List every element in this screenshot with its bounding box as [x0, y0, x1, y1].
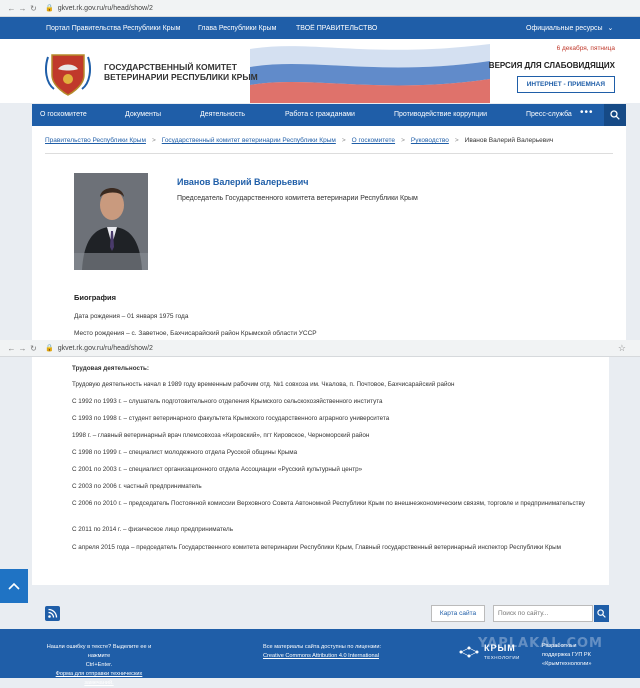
internet-reception-button[interactable]: ИНТЕРНЕТ - ПРИЕМНАЯ	[516, 76, 615, 93]
org-title-line1: ГОСУДАРСТВЕННЫЙ КОМИТЕТ	[104, 62, 237, 72]
site-footer: Нашли ошибку в тексте? Выделите ее и наж…	[0, 629, 640, 686]
footer-tools: Карта сайта	[0, 603, 640, 627]
career-entry: С апреля 2015 года – председатель Госуда…	[72, 544, 562, 551]
browser-toolbar-top: ← → ↻ 🔒 gkvet.rk.gov.ru/ru/head/show/2	[0, 0, 640, 17]
site-search-input[interactable]	[493, 605, 593, 622]
forward-icon[interactable]: →	[17, 4, 28, 13]
url-text: gkvet.rk.gov.ru/ru/head/show/2	[57, 4, 153, 12]
tech-brand: КРЫМ	[484, 643, 516, 653]
developer-info: Разработка и поддержка ГУП РК «Крымтехно…	[542, 642, 592, 669]
weak-sight-version-link[interactable]: ВЕРСИЯ ДЛЯ СЛАБОВИДЯЩИХ	[489, 61, 615, 70]
content-card: Правительство Республики Крым > Государств…	[32, 126, 626, 340]
site-search-button[interactable]	[594, 605, 609, 622]
career-heading: Трудовая деятельность:	[72, 365, 150, 372]
career-entry: С 2006 по 2010 г. – председатель Постоян…	[72, 500, 585, 507]
org-title[interactable]: ГОСУДАРСТВЕННЫЙ КОМИТЕТ ВЕТЕРИНАРИИ РЕСП…	[104, 62, 258, 82]
error-report-info: Нашли ошибку в тексте? Выделите ее и наж…	[43, 643, 155, 688]
portrait-image	[74, 173, 148, 270]
site-header: ГОСУДАРСТВЕННЫЙ КОМИТЕТ ВЕТЕРИНАРИИ РЕСП…	[0, 39, 640, 103]
breadcrumb-item-government[interactable]: Правительство Республики Крым	[45, 137, 146, 144]
crimea-tech-logo[interactable]: КРЫМ ТЕХНОЛОГИИ	[458, 643, 520, 662]
developer-line3: «Крымтехнологии»	[542, 661, 592, 667]
official-resources-dropdown[interactable]: Официальные ресурсы ⌄	[526, 24, 613, 32]
crimea-emblem-icon	[45, 54, 91, 96]
link-head-republic[interactable]: Глава Республики Крым	[198, 25, 276, 32]
license-line: Все материалы сайта доступны по лицензии…	[263, 644, 382, 650]
nav-item-anticorruption[interactable]: Противодействие коррупции	[394, 111, 487, 118]
breadcrumb-item-committee[interactable]: Государственный комитет ветеринарии Респ…	[162, 137, 336, 144]
current-date: 6 декабря, пятница	[556, 45, 615, 52]
career-entry: С 2003 по 2006 г. частный предпринимател…	[72, 483, 202, 490]
license-link[interactable]: Creative Commons Attribution 4.0 Interna…	[263, 652, 381, 661]
link-your-government[interactable]: ТВОЁ ПРАВИТЕЛЬСТВО	[296, 25, 377, 32]
career-entry: С 2011 по 2014 г. – физическое лицо пред…	[72, 526, 234, 533]
browser-toolbar-bottom: ← → ↻ 🔒 gkvet.rk.gov.ru/ru/head/show/2 ☆	[0, 340, 640, 357]
career-entry: С 1993 по 1998 г. – студент ветеринарног…	[72, 415, 390, 422]
nav-item-activity[interactable]: Деятельность	[200, 111, 245, 118]
career-entry: Трудовую деятельность начал в 1989 году …	[72, 381, 455, 388]
nav-item-citizens[interactable]: Работа с гражданами	[285, 111, 355, 118]
career-entry: 1998 г. – главный ветеринарный врач плем…	[72, 432, 370, 439]
person-name: Иванов Валерий Валерьевич	[177, 177, 309, 187]
sitemap-button[interactable]: Карта сайта	[431, 605, 485, 622]
career-entry: С 2001 по 2003 г. – специалист организац…	[72, 466, 363, 473]
chevron-up-icon	[8, 582, 20, 590]
breadcrumb-separator: >	[454, 137, 459, 144]
address-bar[interactable]: 🔒 gkvet.rk.gov.ru/ru/head/show/2	[45, 4, 153, 13]
back-icon[interactable]: ←	[6, 344, 17, 353]
org-title-line2: ВЕТЕРИНАРИИ РЕСПУБЛИКИ КРЫМ	[104, 72, 258, 82]
main-navigation: О госкомитете Документы Деятельность Раб…	[32, 104, 626, 126]
developer-line2: поддержка ГУП РК	[542, 652, 591, 658]
top-links-bar: Портал Правительства Республики Крым Гла…	[0, 17, 640, 39]
nav-search-button[interactable]	[604, 104, 626, 126]
breadcrumb: Правительство Республики Крым > Государств…	[45, 137, 553, 144]
error-hint-line1: Нашли ошибку в тексте? Выделите ее и наж…	[46, 644, 152, 659]
tech-remarks-form-link[interactable]: Форма для отправки технических замечаний…	[43, 670, 155, 688]
nav-item-press[interactable]: Пресс-служба	[526, 111, 572, 118]
breadcrumb-separator: >	[151, 137, 156, 144]
official-resources-label: Официальные ресурсы	[526, 25, 603, 32]
more-menu-icon[interactable]: •••	[580, 107, 594, 118]
lock-icon: 🔒	[45, 5, 54, 12]
person-position: Председатель Государственного комитета в…	[177, 195, 418, 202]
nav-item-about[interactable]: О госкомитете	[40, 111, 87, 118]
flag-banner	[250, 44, 490, 103]
lock-icon: 🔒	[45, 345, 54, 352]
forward-icon[interactable]: →	[17, 344, 28, 353]
rss-icon	[48, 608, 58, 618]
person-photo	[74, 173, 148, 270]
scroll-to-top-button[interactable]	[0, 569, 28, 603]
chevron-down-icon: ⌄	[607, 25, 614, 32]
nav-item-documents[interactable]: Документы	[125, 111, 161, 118]
career-entry: С 1998 по 1999 г. – специалист молодежно…	[72, 449, 298, 456]
breadcrumb-separator: >	[341, 137, 346, 144]
breadcrumb-item-leadership[interactable]: Руководство	[411, 137, 449, 144]
license-info: Все материалы сайта доступны по лицензии…	[263, 643, 381, 661]
breadcrumb-current: Иванов Валерий Валерьевич	[464, 137, 554, 144]
link-crimea-portal[interactable]: Портал Правительства Республики Крым	[46, 25, 180, 32]
bookmark-star-icon[interactable]: ☆	[618, 343, 626, 354]
back-icon[interactable]: ←	[6, 4, 17, 13]
career-card: Трудовая деятельность: Трудовую деятельн…	[32, 357, 609, 585]
career-entry: С 1992 по 1993 г. – слушатель подготовит…	[72, 398, 383, 405]
search-icon	[610, 110, 620, 120]
error-hint-line2: Ctrl+Enter.	[85, 662, 113, 668]
birth-date: Дата рождения – 01 января 1975 года	[74, 313, 189, 320]
divider	[45, 153, 613, 154]
url-text: gkvet.rk.gov.ru/ru/head/show/2	[57, 344, 153, 352]
birth-place: Место рождения – с. Заветное, Бахчисарай…	[74, 330, 317, 337]
tech-sub: ТЕХНОЛОГИИ	[484, 655, 520, 660]
reload-icon[interactable]: ↻	[28, 344, 39, 353]
breadcrumb-separator: >	[401, 137, 405, 144]
network-logo-icon	[459, 646, 479, 658]
rss-button[interactable]	[45, 606, 60, 621]
search-icon	[597, 609, 606, 618]
developer-line1: Разработка и	[542, 643, 577, 649]
address-bar[interactable]: 🔒 gkvet.rk.gov.ru/ru/head/show/2	[45, 344, 153, 353]
breadcrumb-item-about[interactable]: О госкомитете	[352, 137, 395, 144]
reload-icon[interactable]: ↻	[28, 4, 39, 13]
biography-heading: Биография	[74, 293, 117, 302]
